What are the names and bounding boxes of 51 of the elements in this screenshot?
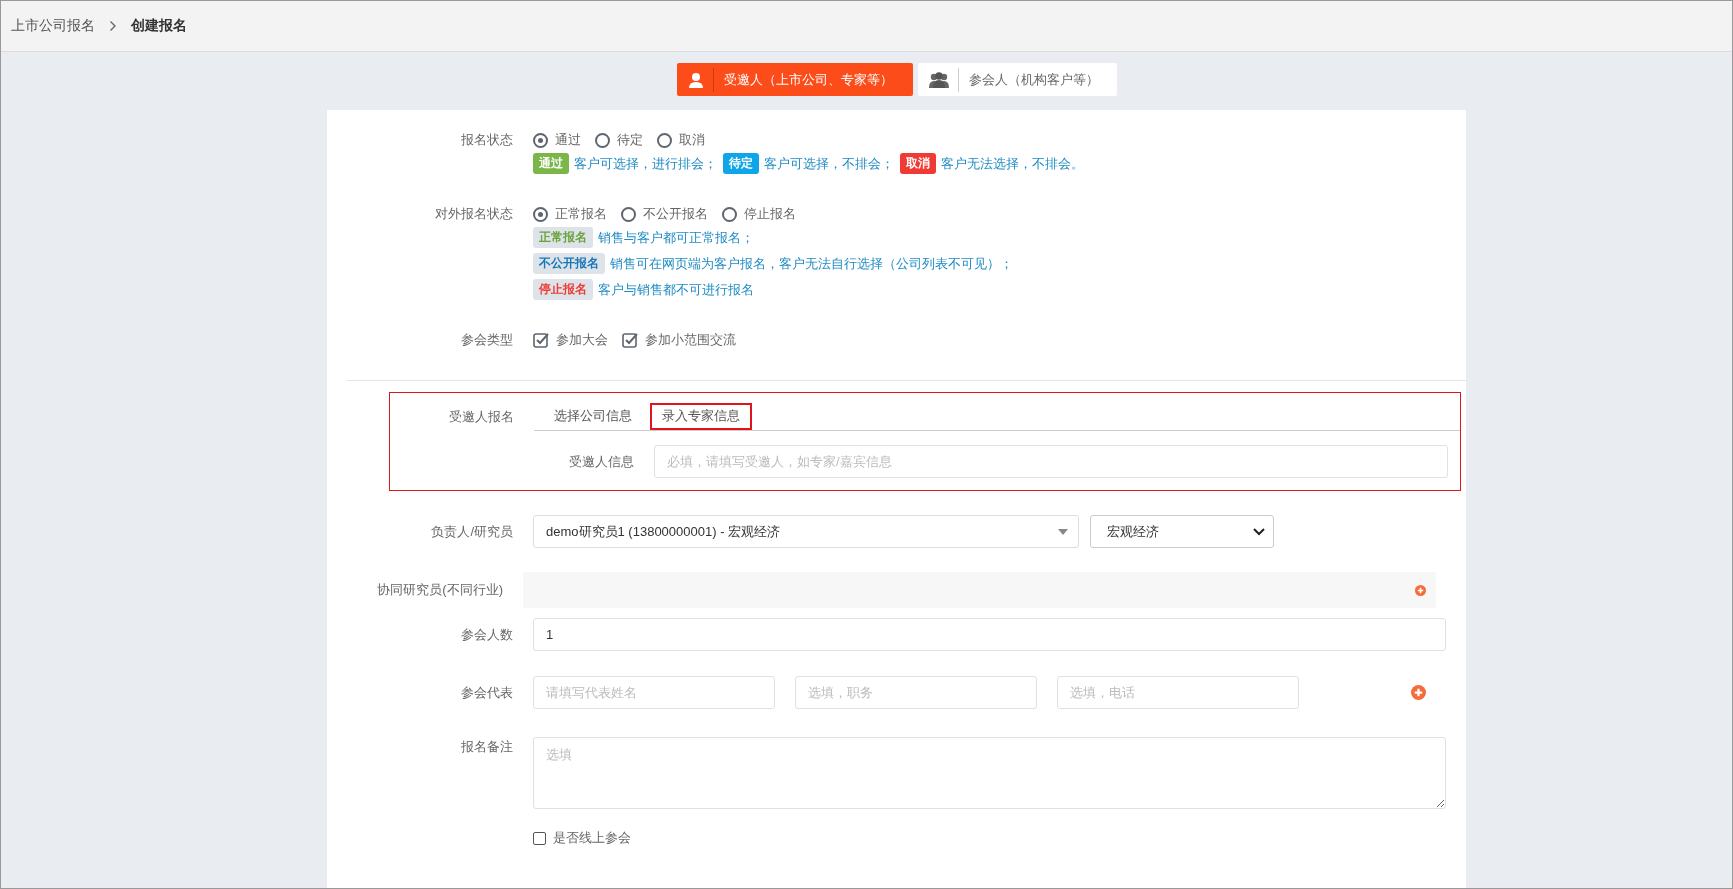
status-tag: 停止报名 bbox=[533, 279, 593, 300]
radio-option[interactable]: 停止报名 bbox=[722, 204, 796, 224]
input-field[interactable]: 必填，请填写受邀人，如专家/嘉宾信息 bbox=[654, 445, 1448, 478]
status-tag: 不公开报名 bbox=[533, 253, 605, 274]
status-tag: 待定 bbox=[723, 153, 759, 174]
chevron-down-icon bbox=[1253, 527, 1265, 536]
people-icon bbox=[927, 70, 950, 89]
add-icon[interactable] bbox=[1411, 685, 1426, 700]
field-label: 参会类型 bbox=[460, 331, 514, 349]
field-label: 参会代表 bbox=[460, 683, 514, 702]
checkbox-option[interactable]: 参加大会 bbox=[533, 330, 608, 350]
breadcrumb-link[interactable]: 上市公司报名 bbox=[11, 17, 95, 35]
input-field[interactable]: 选填，职务 bbox=[795, 676, 1037, 709]
role-tab[interactable]: 受邀人（上市公司、专家等） bbox=[676, 63, 913, 96]
legend-text: 客户可选择，不排会； bbox=[764, 154, 894, 173]
input-field[interactable]: 请填写代表姓名 bbox=[533, 676, 775, 709]
legend-text: 销售可在网页端为客户报名，客户无法自行选择（公司列表不可见）； bbox=[610, 254, 1013, 273]
field-label: 对外报名状态 bbox=[434, 205, 514, 223]
input-field[interactable]: 1 bbox=[533, 618, 1446, 651]
textarea-field[interactable]: 选填 bbox=[533, 737, 1446, 809]
role-tab[interactable]: 参会人（机构客户等） bbox=[917, 63, 1117, 96]
field-label: 报名备注 bbox=[460, 738, 514, 756]
radio-option[interactable]: 取消 bbox=[657, 130, 705, 150]
person-icon bbox=[686, 70, 705, 89]
tab[interactable]: 选择公司信息 bbox=[554, 403, 632, 430]
caret-icon bbox=[1058, 528, 1068, 535]
legend-text: 销售与客户都可正常报名； bbox=[598, 228, 754, 247]
status-tag: 通过 bbox=[533, 153, 569, 174]
radio-option[interactable]: 不公开报名 bbox=[621, 204, 708, 224]
chevron-icon bbox=[109, 20, 117, 32]
researcher-select[interactable]: demo研究员1 (13800000001) - 宏观经济 bbox=[533, 515, 1079, 548]
tab[interactable]: 录入专家信息 bbox=[650, 403, 752, 430]
field-label: 负责人/研究员 bbox=[430, 522, 514, 541]
input-field[interactable]: 选填，电话 bbox=[1057, 676, 1299, 709]
industry-select[interactable]: 宏观经济 bbox=[1090, 515, 1274, 548]
field-label: 参会人数 bbox=[460, 625, 514, 644]
legend-text: 客户可选择，进行排会； bbox=[574, 154, 717, 173]
field-label: 报名状态 bbox=[460, 131, 514, 149]
legend-text: 客户与销售都不可进行报名 bbox=[598, 280, 754, 299]
add-icon[interactable] bbox=[1415, 584, 1426, 596]
radio-option[interactable]: 待定 bbox=[595, 130, 643, 150]
legend-text: 客户无法选择，不排会。 bbox=[941, 154, 1084, 173]
checkbox-option[interactable]: 参加小范围交流 bbox=[622, 330, 736, 350]
radio-option[interactable]: 正常报名 bbox=[533, 204, 607, 224]
status-tag: 取消 bbox=[900, 153, 936, 174]
checkbox-option[interactable]: 是否线上参会 bbox=[533, 829, 631, 847]
field-label: 协同研究员(不同行业) bbox=[376, 581, 504, 599]
status-tag: 正常报名 bbox=[533, 227, 593, 248]
field-label: 受邀人信息 bbox=[568, 452, 635, 471]
radio-option[interactable]: 通过 bbox=[533, 130, 581, 150]
field-label: 受邀人报名 bbox=[448, 408, 515, 426]
